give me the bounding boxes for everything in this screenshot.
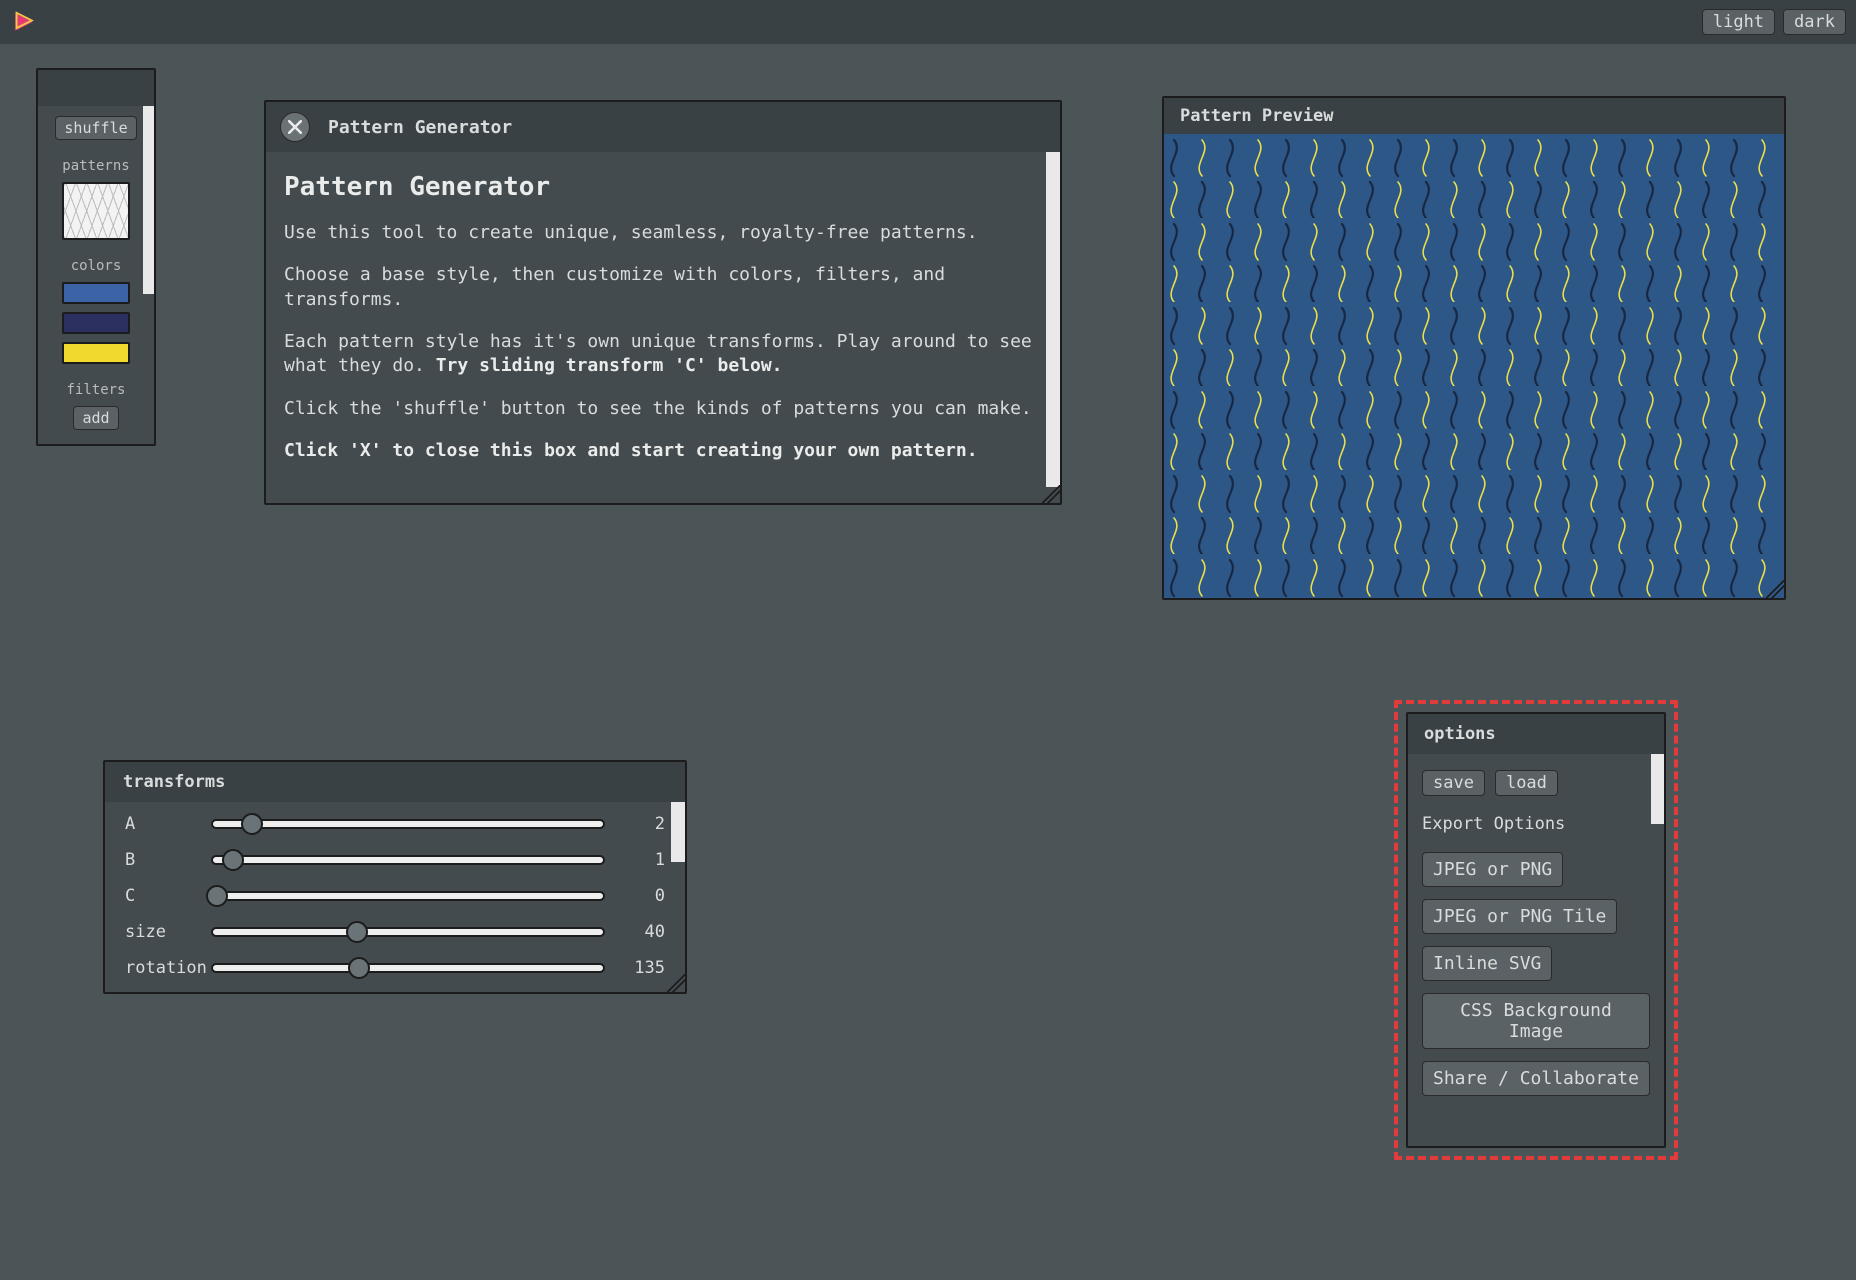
topbar: light dark: [0, 0, 1856, 44]
slider-label: A: [125, 814, 201, 834]
slider-thumb[interactable]: [241, 813, 263, 835]
transforms-body: A 2 B 1 C 0 size 40 rotation 135: [105, 802, 685, 992]
save-button[interactable]: save: [1422, 770, 1485, 796]
color-swatch-1[interactable]: [62, 282, 130, 304]
intro-resize-handle[interactable]: [1042, 485, 1060, 503]
slider-c[interactable]: [211, 891, 605, 901]
slider-value: 1: [615, 850, 665, 870]
intro-p5: Click 'X' to close this box and start cr…: [284, 439, 1036, 463]
slider-value: 135: [615, 958, 665, 978]
export-jpeg-png-button[interactable]: JPEG or PNG: [1422, 852, 1563, 887]
intro-header-title: Pattern Generator: [328, 117, 512, 138]
transforms-header[interactable]: transforms: [105, 762, 685, 802]
app-logo: [10, 8, 38, 36]
slider-value: 0: [615, 886, 665, 906]
slider-label: size: [125, 922, 201, 942]
color-swatch-2[interactable]: [62, 312, 130, 334]
slider-row-b: B 1: [125, 850, 665, 870]
intro-scrollbar[interactable]: [1046, 152, 1060, 487]
slider-row-size: size 40: [125, 922, 665, 942]
slider-value: 2: [615, 814, 665, 834]
palette-panel-header[interactable]: [38, 70, 154, 106]
slider-label: B: [125, 850, 201, 870]
export-inline-svg-button[interactable]: Inline SVG: [1422, 946, 1552, 981]
options-header[interactable]: options: [1408, 714, 1664, 754]
palette-colors-label: colors: [71, 258, 122, 274]
close-intro-button[interactable]: [280, 112, 310, 142]
theme-buttons: light dark: [1702, 9, 1846, 35]
slider-thumb[interactable]: [346, 921, 368, 943]
slider-label: rotation: [125, 958, 201, 978]
palette-filters-group: filters add: [46, 382, 146, 430]
intro-body: Pattern Generator Use this tool to creat…: [266, 152, 1060, 503]
intro-panel: Pattern Generator Pattern Generator Use …: [264, 100, 1062, 505]
slider-row-a: A 2: [125, 814, 665, 834]
color-swatch-3[interactable]: [62, 342, 130, 364]
palette-patterns-group: patterns: [46, 158, 146, 240]
slider-rotation[interactable]: [211, 963, 605, 973]
palette-filters-label: filters: [66, 382, 125, 398]
export-share-button[interactable]: Share / Collaborate: [1422, 1061, 1650, 1096]
slider-size[interactable]: [211, 927, 605, 937]
intro-heading: Pattern Generator: [284, 170, 1036, 205]
options-scrollbar[interactable]: [1651, 754, 1664, 824]
preview-panel: Pattern Preview: [1162, 96, 1786, 600]
options-saveload-row: save load: [1422, 770, 1650, 796]
transforms-panel: transforms A 2 B 1 C 0 size 40 rotation …: [103, 760, 687, 994]
palette-scrollbar[interactable]: [143, 106, 154, 294]
palette-shuffle-group: shuffle: [46, 116, 146, 140]
preview-canvas: [1164, 134, 1784, 598]
palette-colors-group: colors: [46, 258, 146, 364]
slider-thumb[interactable]: [206, 885, 228, 907]
intro-p4: Click the 'shuffle' button to see the ki…: [284, 397, 1036, 421]
palette-panel: shuffle patterns colors filters add: [36, 68, 156, 446]
preview-header[interactable]: Pattern Preview: [1164, 98, 1784, 134]
intro-p3: Each pattern style has it's own unique t…: [284, 330, 1036, 379]
add-filter-button[interactable]: add: [73, 406, 118, 430]
palette-patterns-label: patterns: [62, 158, 129, 174]
theme-light-button[interactable]: light: [1702, 9, 1775, 35]
export-heading: Export Options: [1422, 814, 1650, 834]
load-button[interactable]: load: [1495, 770, 1558, 796]
slider-a[interactable]: [211, 819, 605, 829]
export-list: JPEG or PNG JPEG or PNG Tile Inline SVG …: [1422, 852, 1650, 1096]
export-css-bg-button[interactable]: CSS Background Image: [1422, 993, 1650, 1049]
options-panel: options save load Export Options JPEG or…: [1406, 712, 1666, 1148]
slider-thumb[interactable]: [222, 849, 244, 871]
shuffle-button[interactable]: shuffle: [55, 116, 136, 140]
slider-thumb[interactable]: [348, 957, 370, 979]
transforms-resize-handle[interactable]: [667, 974, 685, 992]
intro-p1: Use this tool to create unique, seamless…: [284, 221, 1036, 245]
intro-header[interactable]: Pattern Generator: [266, 102, 1060, 152]
export-jpeg-png-tile-button[interactable]: JPEG or PNG Tile: [1422, 899, 1617, 934]
slider-row-c: C 0: [125, 886, 665, 906]
pattern-thumbnail[interactable]: [62, 182, 130, 240]
theme-dark-button[interactable]: dark: [1783, 9, 1846, 35]
slider-row-rotation: rotation 135: [125, 958, 665, 978]
slider-b[interactable]: [211, 855, 605, 865]
slider-label: C: [125, 886, 201, 906]
close-icon: [288, 120, 302, 134]
intro-p2: Choose a base style, then customize with…: [284, 263, 1036, 312]
transforms-scrollbar[interactable]: [671, 802, 685, 862]
preview-resize-handle[interactable]: [1766, 580, 1784, 598]
options-body: save load Export Options JPEG or PNG JPE…: [1408, 754, 1664, 1146]
slider-value: 40: [615, 922, 665, 942]
options-highlight: options save load Export Options JPEG or…: [1394, 700, 1678, 1160]
